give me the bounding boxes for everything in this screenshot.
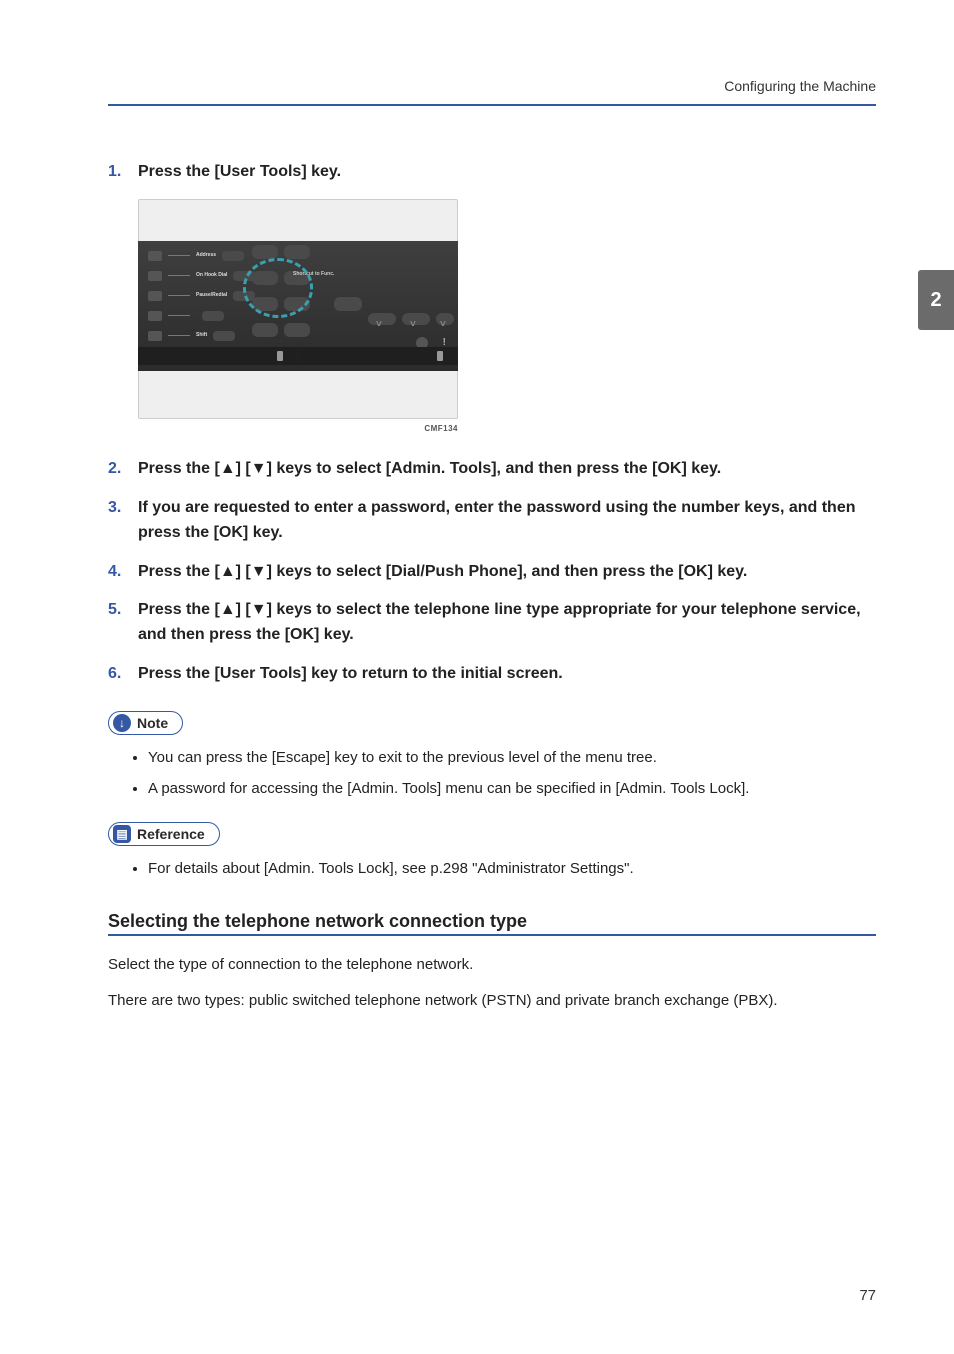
note-badge: ↓ Note (108, 711, 183, 735)
reference-item: For details about [Admin. Tools Lock], s… (148, 856, 876, 882)
chapter-tab: 2 (918, 270, 954, 330)
note-list: You can press the [Escape] key to exit t… (108, 745, 876, 802)
header-rule (108, 104, 876, 106)
step-text: Press the [▲] [▼] keys to select [Admin.… (138, 460, 721, 477)
running-header: Configuring the Machine (108, 78, 876, 94)
step-5: Press the [▲] [▼] keys to select the tel… (108, 598, 876, 648)
printer-panel: Address On Hook Dial Pause/Redial Shift (138, 241, 458, 371)
page: Configuring the Machine 2 Press the [Use… (0, 0, 954, 1354)
figure-wrap: Address On Hook Dial Pause/Redial Shift (138, 199, 876, 435)
subsection-rule (108, 934, 876, 936)
reference-icon: ▤ (113, 825, 131, 843)
note-icon: ↓ (113, 714, 131, 732)
step-2: Press the [▲] [▼] keys to select [Admin.… (108, 457, 876, 482)
reference-label: Reference (137, 826, 205, 842)
reference-badge: ▤ Reference (108, 822, 220, 846)
note-item: You can press the [Escape] key to exit t… (148, 745, 876, 771)
step-3: If you are requested to enter a password… (108, 496, 876, 546)
page-number: 77 (859, 1287, 876, 1304)
control-panel-figure: Address On Hook Dial Pause/Redial Shift (138, 199, 458, 435)
step-text: Press the [▲] [▼] keys to select the tel… (138, 601, 861, 643)
body-paragraph: Select the type of connection to the tel… (108, 952, 876, 978)
step-text: If you are requested to enter a password… (138, 499, 856, 541)
step-text: Press the [User Tools] key. (138, 163, 341, 180)
figure-id: CMF134 (138, 423, 458, 435)
note-item: A password for accessing the [Admin. Too… (148, 776, 876, 802)
reference-list: For details about [Admin. Tools Lock], s… (108, 856, 876, 882)
callout-label: Shortcut to Func. (293, 271, 334, 279)
step-4: Press the [▲] [▼] keys to select [Dial/P… (108, 560, 876, 585)
figure-image: Address On Hook Dial Pause/Redial Shift (138, 199, 458, 419)
procedure-list: Press the [User Tools] key. Address On H… (108, 160, 876, 687)
step-1: Press the [User Tools] key. Address On H… (108, 160, 876, 435)
note-label: Note (137, 715, 168, 731)
step-text: Press the [▲] [▼] keys to select [Dial/P… (138, 563, 747, 580)
step-text: Press the [User Tools] key to return to … (138, 665, 563, 682)
subsection-heading: Selecting the telephone network connecti… (108, 911, 876, 932)
step-6: Press the [User Tools] key to return to … (108, 662, 876, 687)
body-paragraph: There are two types: public switched tel… (108, 988, 876, 1014)
